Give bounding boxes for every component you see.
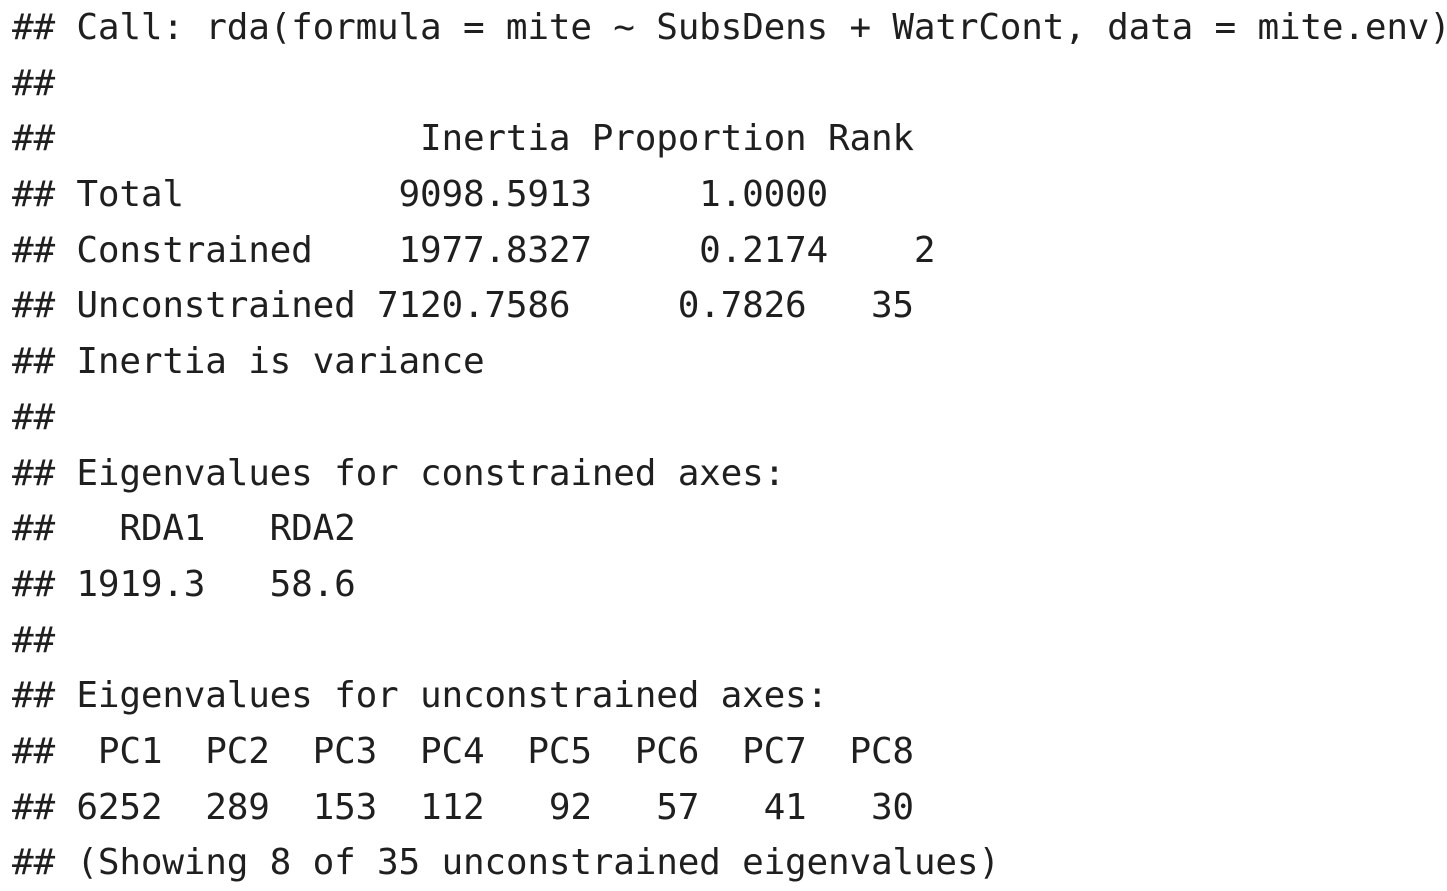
constrained-eigen-heading: ## Eigenvalues for constrained axes: (12, 452, 786, 494)
r-console-output: ## Call: rda(formula = mite ~ SubsDens +… (12, 0, 1447, 891)
inertia-row-unconstrained: ## Unconstrained 7120.7586 0.7826 35 (12, 285, 914, 327)
comment-blank-line: ## (12, 396, 55, 438)
unconstrained-eigen-header: ## PC1 PC2 PC3 PC4 PC5 PC6 PC7 PC8 (12, 730, 914, 772)
inertia-note: ## Inertia is variance (12, 341, 485, 383)
unconstrained-eigen-note: ## (Showing 8 of 35 unconstrained eigenv… (12, 842, 1000, 884)
unconstrained-eigen-values: ## 6252 289 153 112 92 57 41 30 (12, 786, 914, 828)
inertia-row-total: ## Total 9098.5913 1.0000 (12, 174, 829, 216)
constrained-eigen-header: ## RDA1 RDA2 (12, 508, 356, 550)
constrained-eigen-values: ## 1919.3 58.6 (12, 563, 356, 605)
comment-blank-line: ## (12, 62, 55, 104)
call-line: ## Call: rda(formula = mite ~ SubsDens +… (12, 7, 1447, 48)
inertia-row-constrained: ## Constrained 1977.8327 0.2174 2 (12, 229, 936, 271)
comment-blank-line: ## (12, 619, 55, 661)
unconstrained-eigen-heading: ## Eigenvalues for unconstrained axes: (12, 675, 829, 717)
inertia-table-header: ## Inertia Proportion Rank (12, 118, 914, 160)
